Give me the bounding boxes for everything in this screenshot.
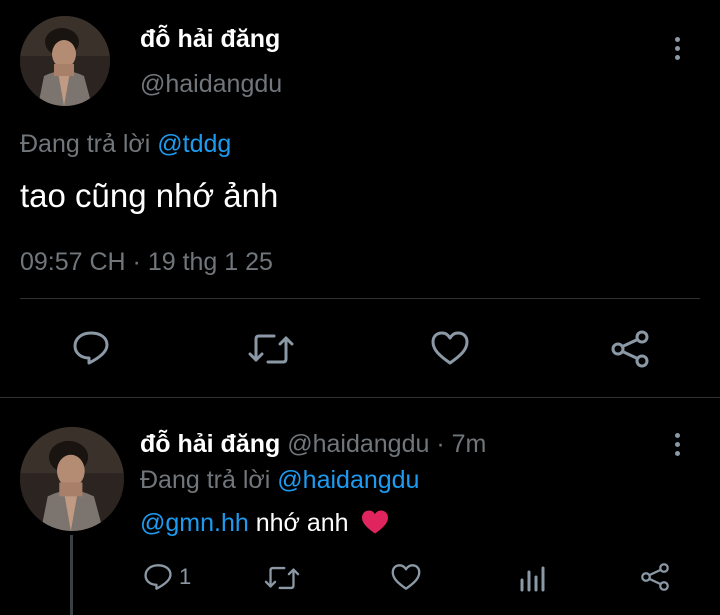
- like-button[interactable]: [390, 563, 422, 591]
- mention-link[interactable]: @gmn.hh: [140, 509, 249, 537]
- more-options-icon[interactable]: [672, 37, 682, 67]
- tweet-timestamp[interactable]: 09:57 CH · 19 thg 1 25: [20, 248, 273, 277]
- avatar[interactable]: [20, 16, 110, 106]
- avatar[interactable]: [20, 427, 124, 531]
- reply-icon: [73, 331, 109, 365]
- retweet-icon: [264, 566, 300, 590]
- retweet-button[interactable]: [264, 565, 300, 591]
- reply-count: 1: [179, 564, 192, 589]
- like-icon: [431, 331, 469, 365]
- replying-to-handle[interactable]: @haidangdu: [277, 466, 419, 494]
- like-button[interactable]: [430, 330, 470, 366]
- reply-time[interactable]: 7m: [452, 430, 487, 458]
- separator-dot: ·: [436, 430, 445, 458]
- share-icon: [611, 330, 649, 368]
- reply-button[interactable]: 1: [143, 563, 191, 591]
- author-name: đỗ hải đăng @haidangdu · 7m: [140, 430, 486, 459]
- share-icon: [641, 563, 669, 591]
- replying-prefix: Đang trả lời: [20, 130, 151, 158]
- reply-tweet: đỗ hải đăng @haidangdu · 7m Đang trả lời…: [0, 397, 720, 615]
- replying-to-handle[interactable]: @tddg: [157, 130, 231, 158]
- divider: [20, 298, 700, 299]
- share-button[interactable]: [640, 562, 670, 592]
- red-heart-icon: [361, 510, 388, 534]
- replying-to: Đang trả lời @tddg: [20, 130, 231, 159]
- more-options-icon[interactable]: [672, 433, 682, 463]
- replying-to: Đang trả lời @haidangdu: [140, 466, 419, 495]
- reply-author-name[interactable]: đỗ hải đăng: [140, 430, 280, 458]
- analytics-icon: [520, 566, 545, 592]
- reply-author-handle[interactable]: @haidangdu: [287, 430, 429, 458]
- reply-icon: [144, 564, 172, 590]
- reply-text: @gmn.hh nhớ anh: [140, 509, 390, 538]
- tweet-text: tao cũng nhớ ảnh: [20, 177, 279, 214]
- author-handle[interactable]: @haidangdu: [140, 70, 282, 99]
- reply-button[interactable]: [72, 330, 110, 366]
- replying-prefix: Đang trả lời: [140, 466, 271, 494]
- retweet-button[interactable]: [248, 332, 294, 366]
- reply-body: nhớ anh: [255, 509, 349, 537]
- author-name[interactable]: đỗ hải đăng: [140, 25, 280, 54]
- thread-line: [70, 535, 73, 615]
- main-tweet: đỗ hải đăng @haidangdu Đang trả lời @tdd…: [0, 0, 720, 396]
- share-button[interactable]: [610, 330, 650, 368]
- analytics-button[interactable]: [518, 564, 546, 592]
- retweet-icon: [248, 334, 294, 364]
- like-icon: [391, 564, 421, 590]
